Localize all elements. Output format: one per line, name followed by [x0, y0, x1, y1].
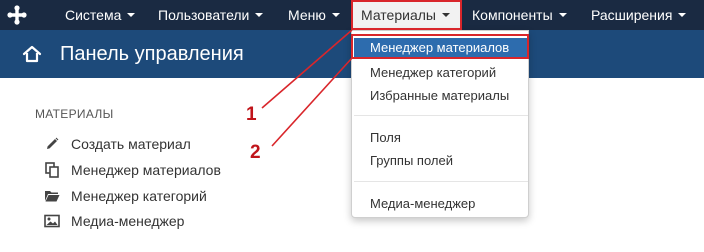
chevron-down-icon	[558, 13, 567, 18]
sidebar-item-label: Менеджер материалов	[71, 162, 221, 178]
sidebar-item-label: Медиа-менеджер	[71, 213, 185, 229]
dropdown-item-media-manager[interactable]: Медиа-менеджер	[370, 196, 475, 211]
joomla-logo-icon[interactable]	[6, 4, 28, 26]
home-icon	[22, 45, 42, 63]
sidebar-item-label: Создать материал	[71, 136, 191, 152]
dropdown-item-field-groups[interactable]: Группы полей	[370, 153, 453, 168]
nav-menu-components[interactable]: Компоненты	[472, 0, 567, 30]
nav-menu-extensions-label: Расширения	[591, 7, 673, 23]
pencil-icon	[47, 137, 59, 149]
step-marker-2: 2	[250, 142, 261, 163]
sidebar-section-title: МАТЕРИАЛЫ	[35, 107, 114, 121]
dropdown-item-category-manager[interactable]: Менеджер категорий	[370, 65, 496, 80]
dropdown-item-featured-articles[interactable]: Избранные материалы	[370, 88, 509, 103]
image-icon	[44, 214, 60, 228]
content-dropdown-menu: Менеджер материалов Менеджер категорий И…	[351, 30, 529, 218]
page-title: Панель управления	[60, 43, 244, 65]
dropdown-item-article-manager[interactable]: Менеджер материалов	[354, 38, 528, 58]
chevron-down-icon	[255, 13, 264, 18]
dropdown-divider	[354, 115, 528, 116]
nav-menu-menus-label: Меню	[288, 7, 326, 23]
copy-icon	[45, 162, 59, 178]
nav-menu-content[interactable]: Материалы	[351, 0, 461, 30]
sidebar-item-label: Менеджер категорий	[71, 188, 207, 204]
step-marker-1: 1	[246, 104, 257, 125]
nav-menu-users[interactable]: Пользователи	[158, 0, 264, 30]
chevron-down-icon	[441, 13, 450, 18]
nav-menu-extensions[interactable]: Расширения	[591, 0, 687, 30]
top-navbar: Система Пользователи Меню Материалы Комп…	[0, 0, 704, 30]
nav-menu-components-label: Компоненты	[472, 7, 553, 23]
dropdown-divider	[354, 181, 528, 182]
chevron-down-icon	[127, 13, 136, 18]
nav-menu-content-label: Материалы	[361, 7, 436, 23]
chevron-down-icon	[331, 13, 340, 18]
chevron-down-icon	[678, 13, 687, 18]
nav-menu-users-label: Пользователи	[158, 7, 250, 23]
dropdown-item-fields[interactable]: Поля	[370, 130, 401, 145]
nav-menu-system[interactable]: Система	[65, 0, 136, 30]
nav-menu-system-label: Система	[65, 7, 122, 23]
folder-open-icon	[45, 191, 60, 202]
nav-menu-menus[interactable]: Меню	[288, 0, 340, 30]
